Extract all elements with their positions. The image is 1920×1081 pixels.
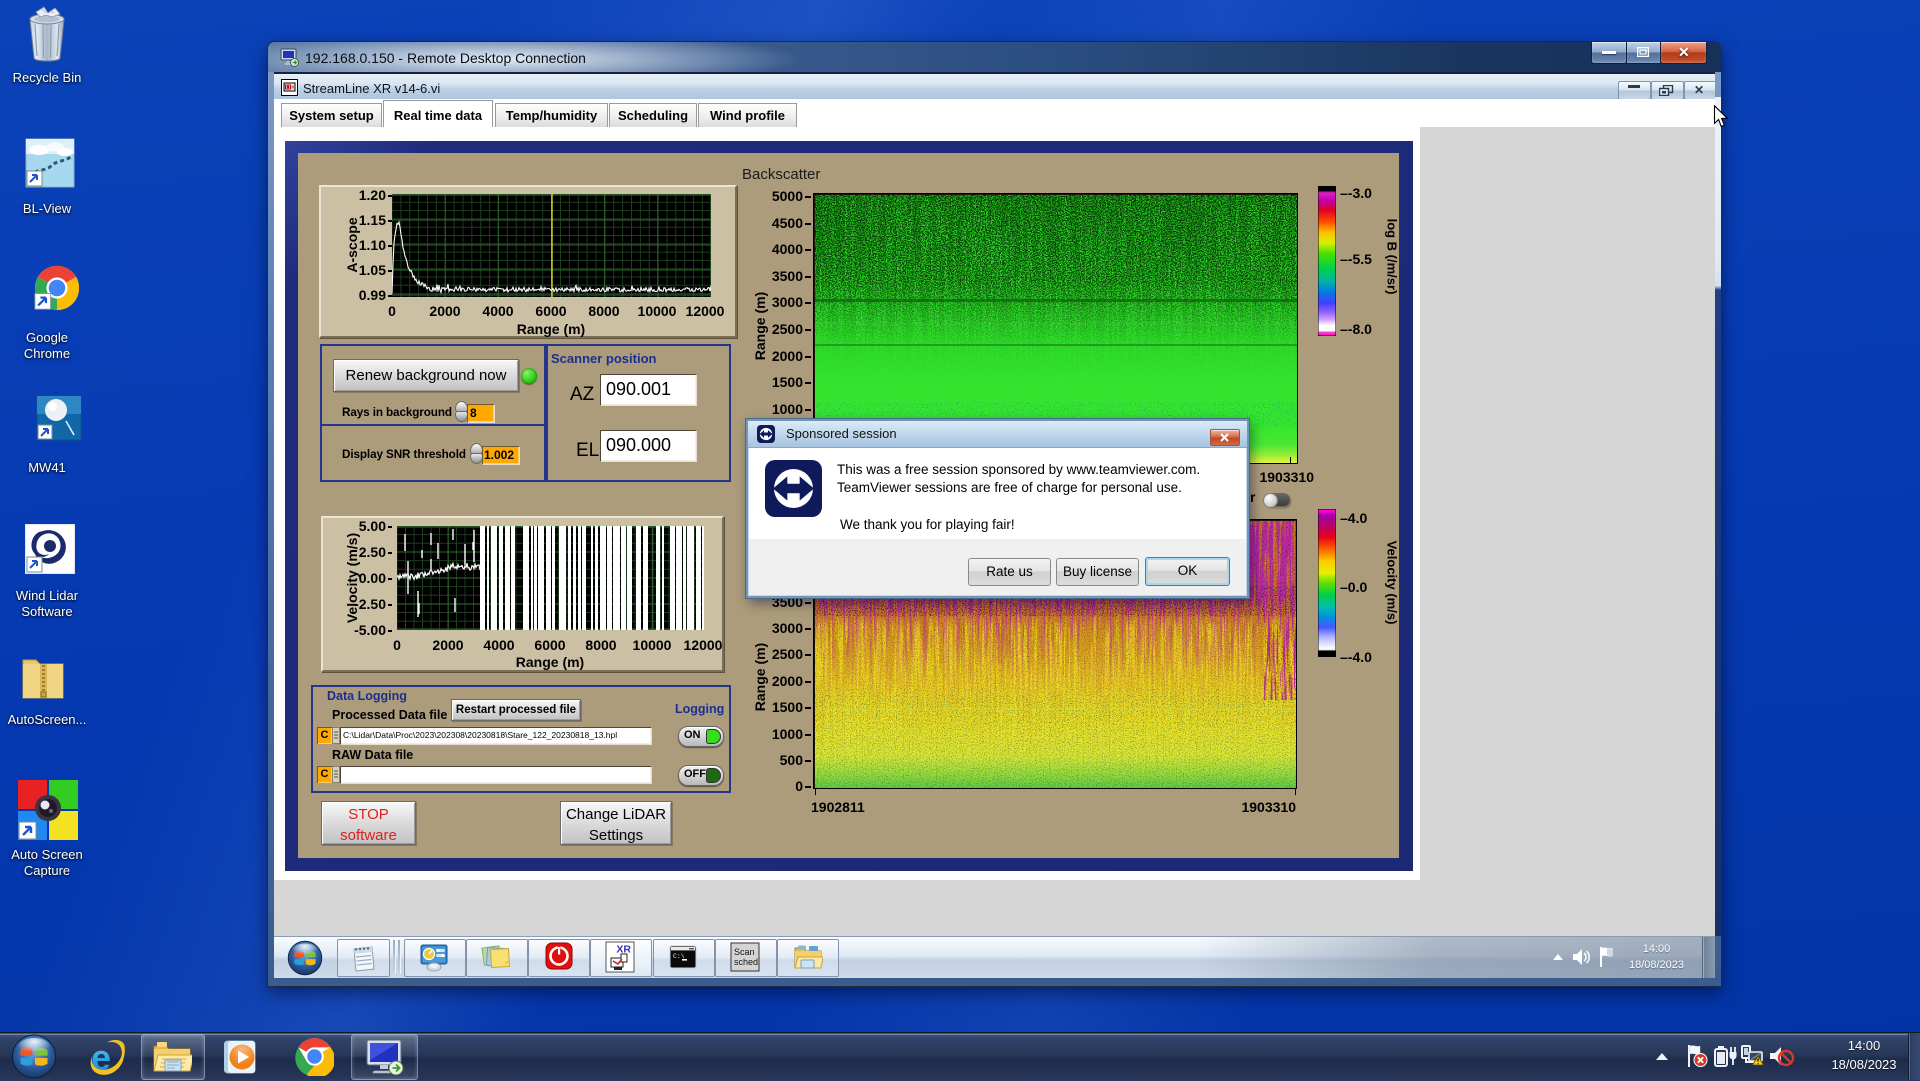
- svg-text:C:\: C:\: [673, 953, 685, 960]
- svg-text:Scan: Scan: [734, 947, 755, 957]
- svg-text:sched: sched: [734, 957, 758, 967]
